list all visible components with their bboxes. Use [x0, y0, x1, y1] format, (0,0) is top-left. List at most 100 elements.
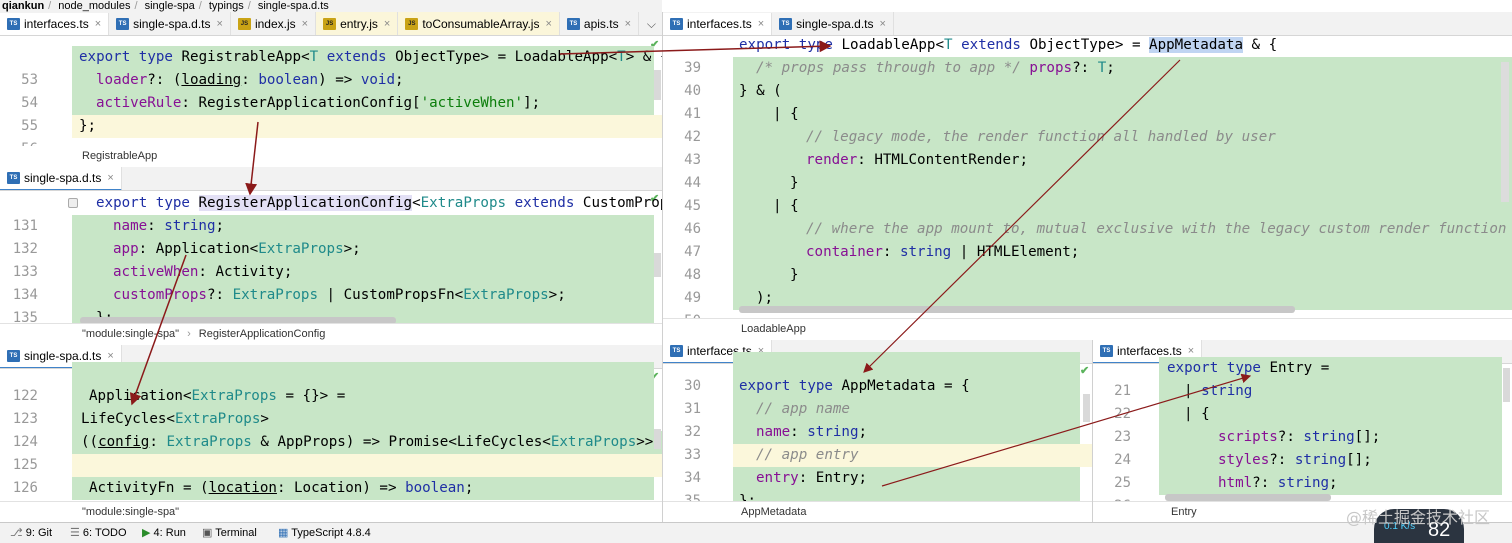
structure-status: RegistrableApp — [0, 146, 662, 167]
close-icon[interactable]: × — [880, 18, 886, 30]
code-line: 43 // legacy mode, the render function a… — [663, 126, 1512, 168]
close-icon[interactable]: × — [302, 18, 308, 30]
scrollbar[interactable] — [654, 253, 661, 277]
editor-pane-app-metadata: TS interfaces.ts × ✔ 30 31 export type App… — [663, 340, 1093, 522]
code-area: 21 export type Entry = 22 | string 23 | … — [1093, 357, 1512, 514]
ts-file-icon: TS — [7, 18, 20, 30]
todo-tool-button[interactable]: ☰ 6: TODO — [70, 523, 127, 543]
code-line: 53 export type RegistrableApp<T extends … — [0, 46, 662, 88]
tab-entry-js[interactable]: JS entry.js × — [316, 12, 399, 35]
code-line: 21 export type Entry = — [1093, 357, 1512, 399]
scrollbar[interactable] — [1501, 62, 1509, 202]
code-line: 26 html?: string; — [1093, 472, 1512, 514]
code-line: 134 activeWhen: Activity; — [0, 261, 662, 303]
typescript-icon: ▦ — [278, 527, 292, 539]
close-icon[interactable]: × — [758, 18, 764, 30]
git-icon: ⎇ — [10, 527, 26, 539]
horizontal-scrollbar[interactable] — [739, 306, 1295, 313]
run-icon: ▶ — [142, 527, 154, 539]
code-line: 34 // app entry — [663, 444, 1092, 486]
code-line: 45 } — [663, 172, 1512, 214]
terminal-icon: ▣ — [202, 527, 216, 539]
close-icon[interactable]: × — [95, 18, 101, 30]
editor-pane-loadable-app: TS interfaces.ts × TS single-spa.d.ts × 39 ex… — [663, 12, 1512, 340]
code-line: 30 — [663, 352, 1092, 394]
code-line: 123 Application<ExtraProps = {}> = — [0, 385, 662, 427]
tab-apis-ts[interactable]: TS apis.ts × — [560, 12, 640, 35]
code-line: 25 styles?: string[]; — [1093, 449, 1512, 491]
editor-tab-bar: TS interfaces.ts × TS single-spa.d.ts × JS inde… — [0, 12, 662, 36]
editor-tab-bar: TS interfaces.ts × TS single-spa.d.ts × — [663, 12, 1512, 36]
code-line: 35 entry: Entry; — [663, 467, 1092, 509]
code-line: 42 | { — [663, 103, 1512, 145]
tab-index-js[interactable]: JS index.js × — [231, 12, 317, 35]
scrollbar[interactable] — [654, 429, 661, 449]
code-line: 131 export type RegisterApplicationConfi… — [12, 195, 662, 234]
js-file-icon: JS — [237, 18, 251, 30]
tab-to-consumable-array-js[interactable]: JS toConsumableArray.js × — [398, 12, 560, 35]
typescript-tool-button[interactable]: ▦ TypeScript 4.8.4 — [278, 523, 371, 543]
chevron-down-icon[interactable]: ⌵ — [647, 17, 656, 32]
run-tool-button[interactable]: ▶ 4: Run — [142, 523, 186, 543]
close-icon[interactable]: × — [384, 18, 390, 30]
scrollbar[interactable] — [1503, 368, 1510, 402]
close-icon[interactable]: × — [217, 18, 223, 30]
scrollbar[interactable] — [654, 70, 661, 100]
editor-pane-register-application-config: TS single-spa.d.ts × ✔ 131 export type Reg… — [0, 167, 663, 345]
code-line: 132 name: string; — [0, 215, 662, 257]
fold-icon[interactable] — [68, 198, 78, 208]
code-line: 125 ((config: ExtraProps & AppProps) => … — [0, 431, 662, 473]
tab-single-spa-d-ts[interactable]: TS single-spa.d.ts × — [0, 167, 122, 190]
breadcrumb-item[interactable]: single-spa.d.ts — [258, 0, 329, 12]
ts-file-icon: TS — [7, 172, 20, 184]
close-icon[interactable]: × — [1188, 345, 1194, 357]
code-line: 126 — [0, 454, 662, 496]
ide-window: { "breadcrumb": { "items": ["qiankun", "… — [0, 0, 1512, 543]
code-line: 127 ActivityFn = (location: Location) =>… — [0, 477, 662, 519]
breadcrumb-item[interactable]: qiankun — [2, 0, 44, 12]
git-tool-button[interactable]: ⎇ 9: Git — [10, 523, 52, 543]
ts-file-icon: TS — [566, 18, 580, 30]
structure-status: "module:single-spa" › RegisterApplicationC… — [0, 323, 662, 344]
breadcrumb-item[interactable]: node_modules — [58, 0, 130, 12]
code-line: 135 customProps?: ExtraProps | CustomPro… — [0, 284, 662, 326]
tab-single-spa-d-ts[interactable]: TS single-spa.d.ts × — [109, 12, 231, 35]
editor-pane-registrable-app: TS interfaces.ts × TS single-spa.d.ts × JS inde… — [0, 12, 663, 167]
ts-file-icon: TS — [116, 18, 130, 30]
tab-interfaces-ts[interactable]: TS interfaces.ts × — [663, 13, 773, 35]
ts-file-icon: TS — [7, 350, 20, 362]
breadcrumb-item[interactable]: typings — [209, 0, 244, 12]
code-line: 54 loader?: (loading: boolean) => void; — [0, 69, 662, 111]
structure-status: AppMetadata — [663, 501, 1092, 522]
code-area: ✔ 53 export type RegistrableApp<T extend… — [0, 36, 662, 157]
horizontal-scrollbar[interactable] — [1165, 494, 1331, 501]
terminal-tool-button[interactable]: ▣ Terminal — [202, 523, 257, 543]
code-line: 48 container: string | HTMLElement; — [663, 241, 1512, 283]
code-line: 124 LifeCycles<ExtraProps> — [0, 408, 662, 450]
code-line: 41 } & ( — [663, 80, 1512, 122]
scrollbar[interactable] — [1083, 394, 1090, 422]
close-icon[interactable]: × — [625, 18, 631, 30]
code-line: 31 export type AppMetadata = { — [663, 375, 1092, 417]
code-line: 32 // app name — [663, 398, 1092, 440]
code-line: 24 scripts?: string[]; — [1093, 426, 1512, 468]
close-icon[interactable]: × — [545, 18, 551, 30]
close-icon[interactable]: × — [107, 172, 113, 184]
code-area: ✔ 122 123 Application<ExtraProps = {}> =… — [0, 362, 662, 519]
code-area: ✔ 30 31 export type AppMetadata = { 32 /… — [663, 352, 1092, 509]
code-line: 23 | { — [1093, 403, 1512, 445]
breadcrumb-item[interactable]: single-spa — [145, 0, 195, 12]
structure-status: LoadableApp — [663, 318, 1512, 339]
watermark: @稀土掘金技术社区 — [1345, 508, 1490, 527]
ts-file-icon: TS — [1100, 345, 1113, 357]
editor-pane-entry: TS interfaces.ts × 21 export type Entry = … — [1093, 340, 1512, 522]
code-line: 133 app: Application<ExtraProps>; — [0, 238, 662, 280]
code-line: 40 /* props pass through to app */ props… — [663, 57, 1512, 99]
tab-single-spa-d-ts[interactable]: TS single-spa.d.ts × — [772, 12, 894, 35]
code-line: 33 name: string; — [663, 421, 1092, 463]
list-icon: ☰ — [70, 527, 83, 539]
code-line: 56 }; — [0, 115, 662, 157]
tab-interfaces-ts[interactable]: TS interfaces.ts × — [0, 13, 110, 35]
breadcrumb: qiankun / node_modules / single-spa / typin… — [0, 0, 662, 12]
close-icon[interactable]: × — [107, 350, 113, 362]
